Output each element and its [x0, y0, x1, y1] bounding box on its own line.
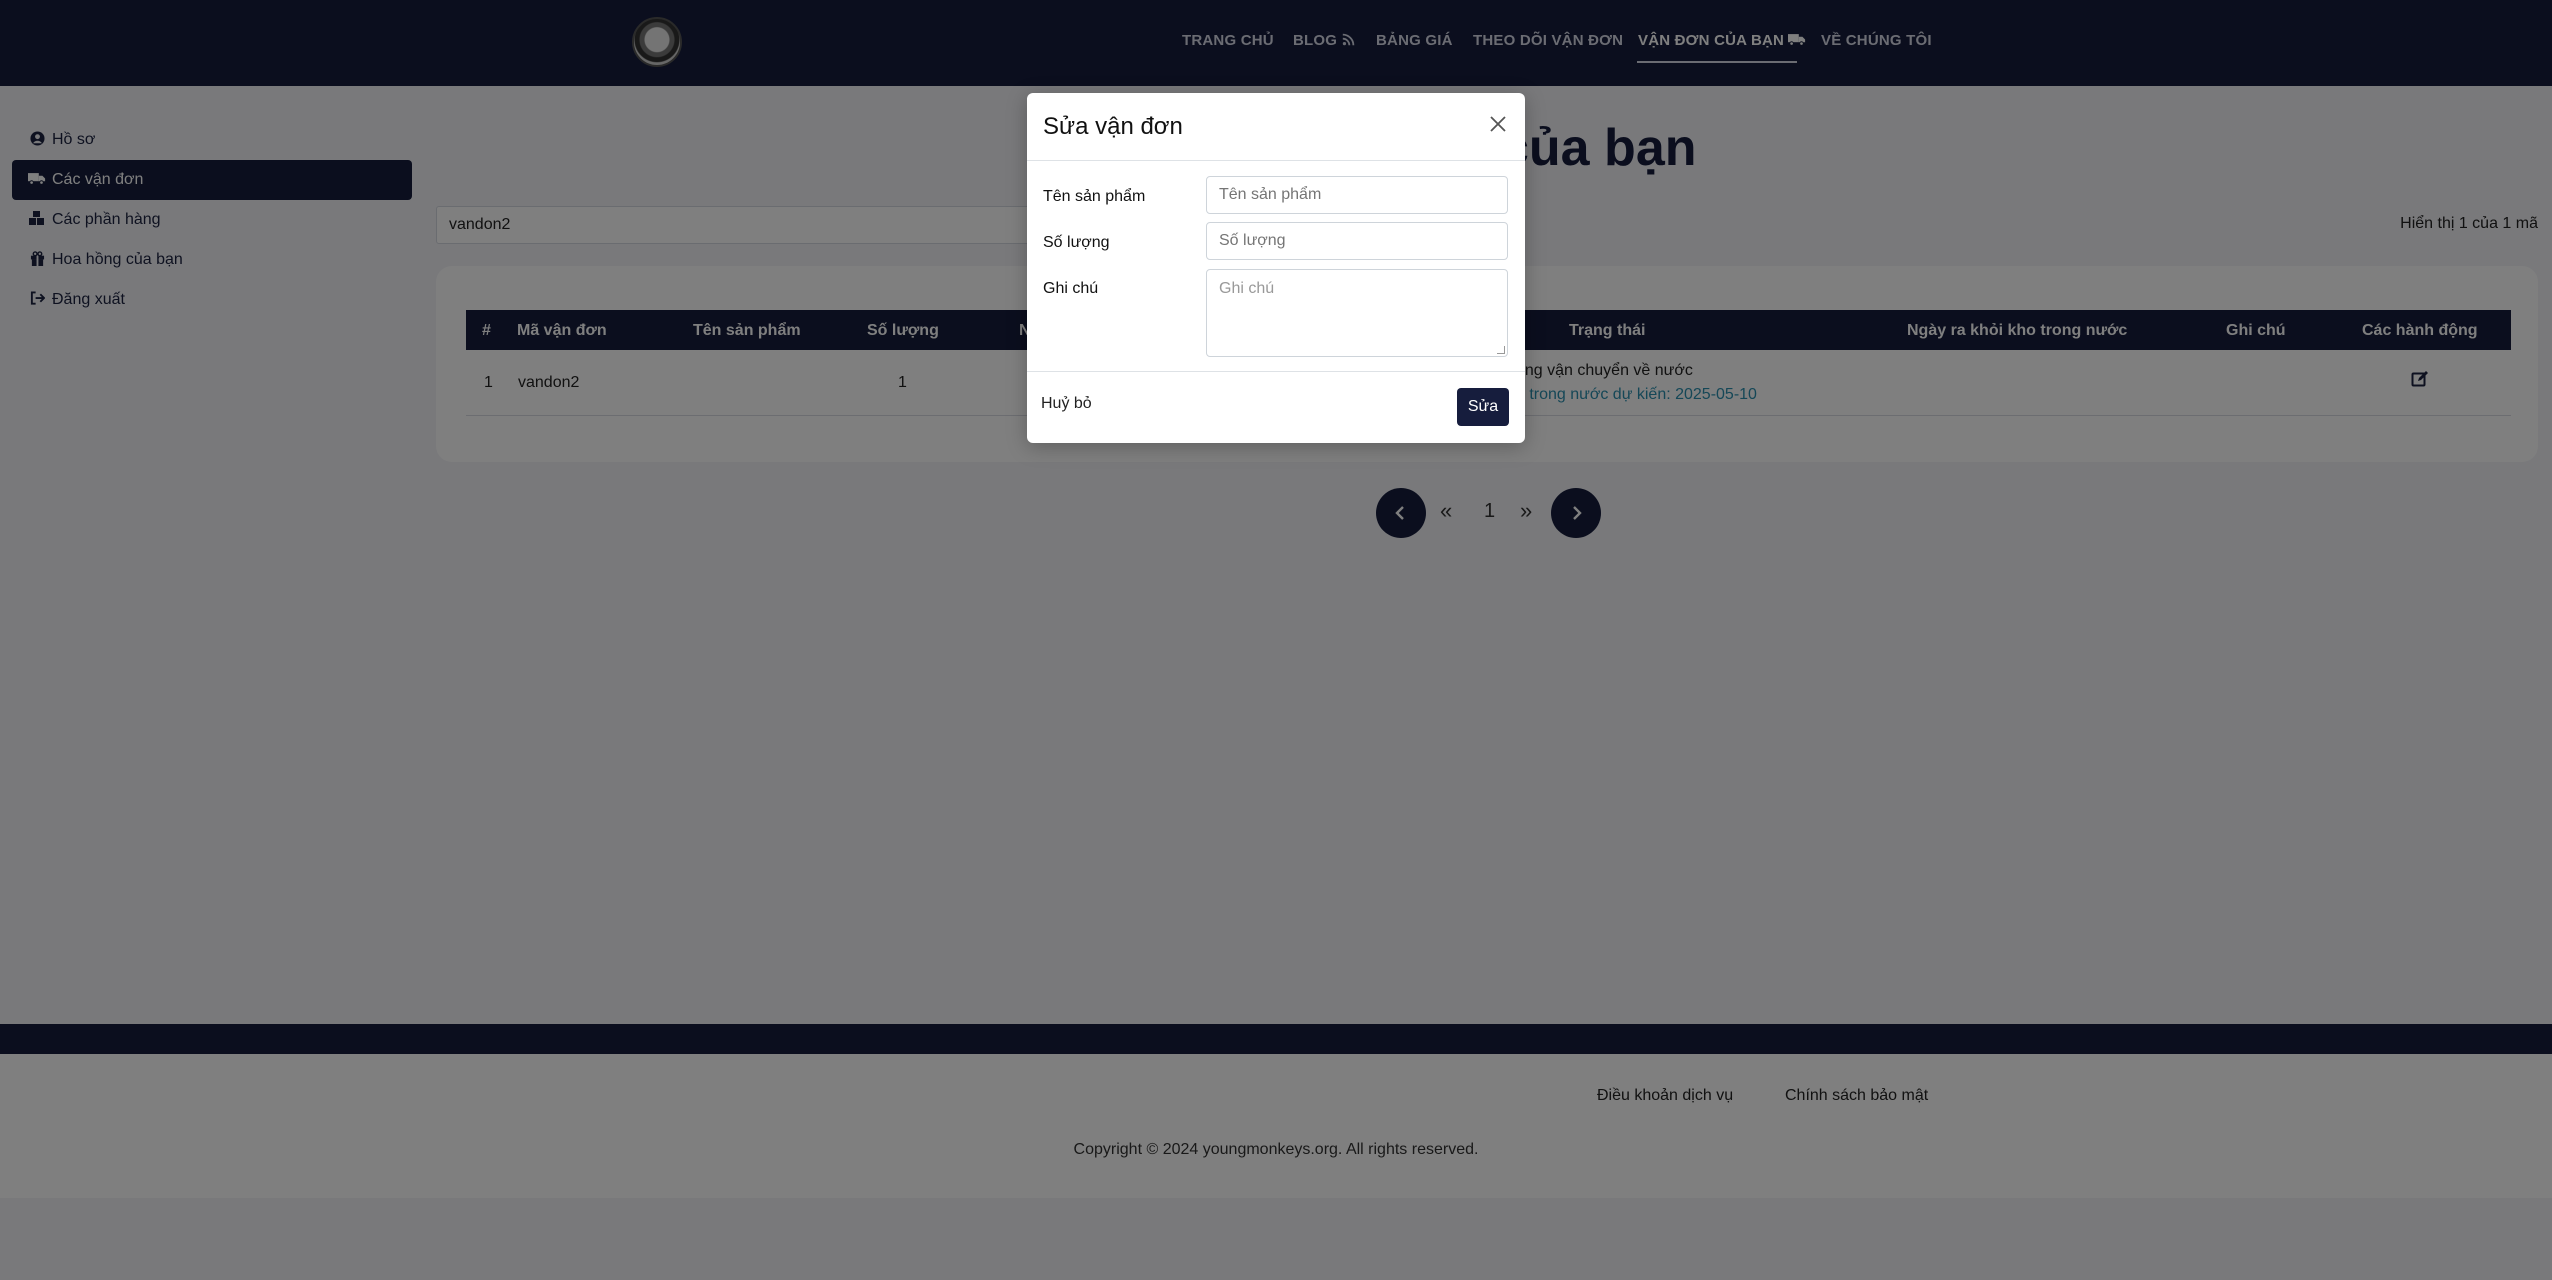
modal-title: Sửa vận đơn [1043, 113, 1183, 140]
edit-order-modal: Sửa vận đơn Tên sản phẩm Số lượng Ghi ch… [1027, 93, 1525, 443]
resize-handle[interactable] [1497, 346, 1505, 354]
modal-header: Sửa vận đơn [1027, 93, 1525, 161]
product-name-label: Tên sản phẩm [1043, 188, 1146, 205]
save-button[interactable]: Sửa [1457, 388, 1509, 426]
product-name-field[interactable] [1206, 176, 1508, 214]
note-label: Ghi chú [1043, 280, 1099, 297]
quantity-field[interactable] [1206, 222, 1508, 260]
note-field[interactable]: Ghi chú [1206, 269, 1508, 357]
quantity-label: Số lượng [1043, 234, 1110, 251]
modal-footer: Huỷ bỏ Sửa [1027, 371, 1525, 443]
cancel-button[interactable]: Huỷ bỏ [1041, 395, 1092, 413]
note-placeholder: Ghi chú [1219, 280, 1275, 297]
close-icon[interactable] [1489, 115, 1507, 133]
